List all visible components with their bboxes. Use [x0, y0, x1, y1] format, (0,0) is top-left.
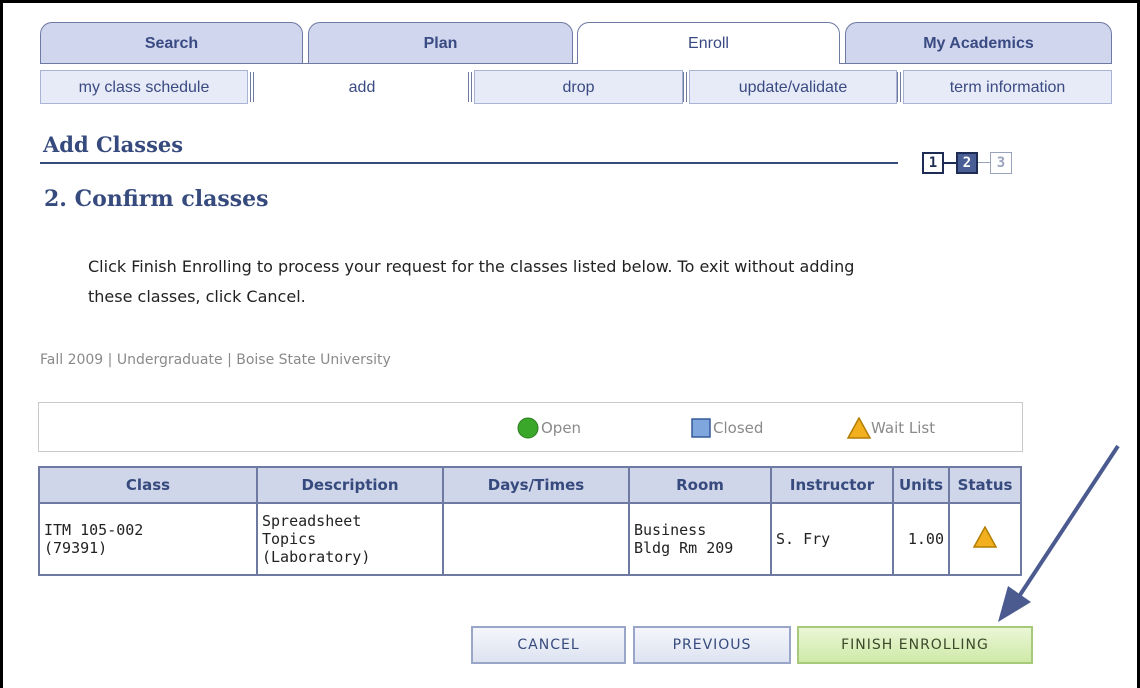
subtab-update-validate[interactable]: update/validate	[689, 70, 897, 104]
class-code: ITM 105-002	[44, 521, 144, 539]
table-row: ITM 105-002 (79391) Spreadsheet Topics (…	[38, 502, 1022, 576]
description-line: Topics	[262, 530, 317, 548]
step-3: 3	[990, 152, 1012, 174]
step-2: 2	[956, 152, 978, 174]
col-header-description: Description	[256, 466, 444, 504]
section-title: Add Classes	[43, 132, 184, 157]
col-header-status: Status	[948, 466, 1022, 504]
cell-description: Spreadsheet Topics (Laboratory)	[256, 502, 444, 576]
section-divider	[40, 162, 898, 164]
legend-open: Open	[517, 417, 581, 439]
col-header-days-times: Days/Times	[442, 466, 630, 504]
closed-square-icon	[691, 418, 711, 438]
classes-table: Class Description Days/Times Room Instru…	[38, 466, 1022, 576]
tab-enroll[interactable]: Enroll	[577, 22, 840, 64]
cell-days-times	[442, 502, 630, 576]
step-connector	[944, 162, 956, 164]
description-line: (Laboratory)	[262, 548, 371, 566]
room-line: Business	[634, 521, 707, 539]
step-1: 1	[922, 152, 944, 174]
legend-wait-list: Wait List	[847, 417, 935, 439]
description-line: Spreadsheet	[262, 512, 362, 530]
finish-enrolling-button[interactable]: FINISH ENROLLING	[797, 626, 1033, 664]
wait-list-triangle-icon	[847, 417, 871, 439]
subtab-drop[interactable]: drop	[474, 70, 683, 104]
cell-class: ITM 105-002 (79391)	[38, 502, 258, 576]
legend-closed: Closed	[691, 417, 763, 439]
open-circle-icon	[517, 417, 539, 439]
cancel-button[interactable]: CANCEL	[471, 626, 626, 664]
status-legend: Open Closed Wait List	[38, 402, 1023, 452]
subtab-separator	[897, 72, 901, 102]
subtab-term-information[interactable]: term information	[903, 70, 1112, 104]
tab-search[interactable]: Search	[40, 22, 303, 64]
sub-tabs: my class schedule add drop update/valida…	[40, 70, 1112, 104]
term-info: Fall 2009 | Undergraduate | Boise State …	[40, 352, 391, 368]
tabs-underline	[840, 63, 1112, 64]
step-connector	[978, 162, 990, 163]
col-header-class: Class	[38, 466, 258, 504]
cell-room: Business Bldg Rm 209	[628, 502, 772, 576]
col-header-instructor: Instructor	[770, 466, 894, 504]
wait-list-triangle-icon	[972, 525, 998, 548]
step-title: 2. Confirm classes	[44, 186, 269, 212]
cell-units: 1.00	[892, 502, 950, 576]
room-line: Bldg Rm 209	[634, 539, 734, 557]
table-header-row: Class Description Days/Times Room Instru…	[38, 466, 1022, 504]
main-tabs: Search Plan Enroll My Academics	[40, 22, 1112, 64]
tabs-underline	[40, 63, 577, 64]
subtab-separator	[683, 72, 687, 102]
col-header-room: Room	[628, 466, 772, 504]
tab-plan[interactable]: Plan	[308, 22, 573, 64]
class-number: (79391)	[44, 539, 108, 557]
col-header-units: Units	[892, 466, 950, 504]
cell-status	[948, 502, 1022, 576]
cell-instructor: S. Fry	[770, 502, 894, 576]
subtab-separator	[250, 72, 254, 102]
subtab-separator	[468, 72, 472, 102]
previous-button[interactable]: PREVIOUS	[633, 626, 791, 664]
instructions-text: Click Finish Enrolling to process your r…	[88, 257, 855, 306]
subtab-add[interactable]: add	[256, 70, 468, 104]
tab-my-academics[interactable]: My Academics	[845, 22, 1112, 64]
subtab-my-class-schedule[interactable]: my class schedule	[40, 70, 248, 104]
